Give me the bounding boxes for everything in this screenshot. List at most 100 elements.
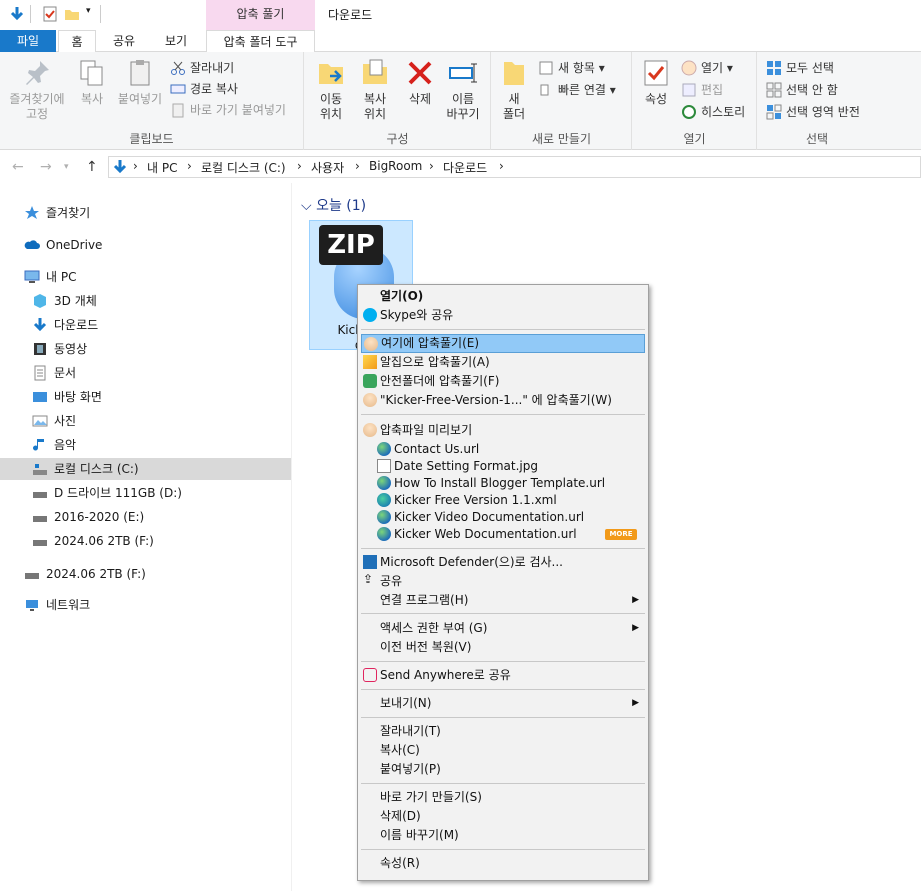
sidebar-item-network[interactable]: 네트워크 xyxy=(24,594,90,616)
select-group-label: 선택 xyxy=(805,132,829,146)
delete-button[interactable]: 삭제 xyxy=(403,58,437,107)
menu-item-rename[interactable]: 이름 바꾸기(M) xyxy=(361,826,645,845)
move-to-button[interactable]: 이동 위치 xyxy=(311,58,351,122)
paste-shortcut-button[interactable]: 바로 가기 붙여넣기 xyxy=(170,100,286,120)
sidebar-item-music[interactable]: 음악 xyxy=(32,434,76,456)
desktop-icon xyxy=(33,392,47,402)
breadcrumb-users[interactable]: 사용자 xyxy=(311,159,344,176)
tab-home[interactable]: 홈 xyxy=(58,30,96,53)
menu-item-send-anywhere[interactable]: Send Anywhere로 공유 xyxy=(361,666,645,685)
pin-to-quick-access-button[interactable]: 즐겨찾기에 고정 xyxy=(4,58,70,122)
edit-button[interactable]: 편집 xyxy=(681,80,723,100)
sidebar-item-this-pc[interactable]: 내 PC xyxy=(24,266,76,288)
menu-item-cut[interactable]: 잘라내기(T) xyxy=(361,722,645,741)
forward-arrow-icon[interactable]: → xyxy=(40,159,52,175)
open-button[interactable]: 열기 ▾ xyxy=(681,58,733,78)
download-arrow-icon[interactable] xyxy=(9,6,25,22)
menu-item-label: 알집으로 압축풀기(A) xyxy=(380,355,490,369)
paste-button[interactable]: 붙여넣기 xyxy=(114,58,166,107)
address-bar[interactable]: › 내 PC › 로컬 디스크 (C:) › 사용자 › BigRoom › 다… xyxy=(108,156,921,178)
new-folder-button[interactable]: 새 폴더 xyxy=(498,58,530,122)
sidebar-item-label: 내 PC xyxy=(46,270,77,284)
menu-item-copy[interactable]: 복사(C) xyxy=(361,741,645,760)
sidebar-item-drive-f-root[interactable]: 2024.06 2TB (F:) xyxy=(24,563,146,585)
ribbon-tabs: 파일 홈 공유 보기 압축 폴더 도구 xyxy=(0,30,921,53)
properties-button[interactable]: 속성 xyxy=(639,58,673,107)
menu-item-share[interactable]: ⇪ 공유 xyxy=(361,572,645,591)
sidebar-item-desktop[interactable]: 바탕 화면 xyxy=(32,386,102,408)
breadcrumb-separator[interactable]: › xyxy=(499,159,504,173)
breadcrumb-downloads[interactable]: 다운로드 xyxy=(443,159,487,176)
menu-item-delete[interactable]: 삭제(D) xyxy=(361,807,645,826)
copy-path-button[interactable]: 경로 복사 xyxy=(170,79,238,99)
copy-button[interactable]: 복사 xyxy=(74,58,110,107)
sidebar-item-label: 동영상 xyxy=(54,342,88,356)
back-arrow-icon[interactable]: ← xyxy=(12,159,24,175)
sidebar-item-quick-access[interactable]: 즐겨찾기 xyxy=(24,202,90,224)
breadcrumb-bigroom[interactable]: BigRoom xyxy=(369,159,422,173)
rename-icon xyxy=(448,58,478,88)
tab-compressed-folder-tools[interactable]: 압축 폴더 도구 xyxy=(206,30,315,52)
sidebar-item-drive-e[interactable]: 2016-2020 (E:) xyxy=(32,506,144,528)
rename-button[interactable]: 이름 바꾸기 xyxy=(441,58,485,122)
breadcrumb-separator[interactable]: › xyxy=(297,159,302,173)
new-folder-icon xyxy=(499,58,529,88)
context-menu: 열기(O) Skype와 공유 여기에 압축풀기(E) 알집으로 압축풀기(A)… xyxy=(357,284,649,881)
menu-item-send-to[interactable]: 보내기(N) ▶ xyxy=(361,694,645,713)
new-item-button[interactable]: 새 항목 ▾ xyxy=(538,58,605,78)
menu-item-extract-alzip[interactable]: 알집으로 압축풀기(A) xyxy=(361,353,645,372)
breadcrumb-separator[interactable]: › xyxy=(429,159,434,173)
copy-to-button[interactable]: 복사 위치 xyxy=(355,58,395,122)
menu-item-extract-safe-folder[interactable]: 안전폴더에 압축풀기(F) xyxy=(361,372,645,391)
invert-selection-icon xyxy=(766,104,782,120)
quick-access-dropdown-icon[interactable]: ▾ xyxy=(86,6,91,16)
sidebar-item-documents[interactable]: 문서 xyxy=(32,362,76,384)
cut-button[interactable]: 잘라내기 xyxy=(170,58,234,78)
menu-item-preview-archive[interactable]: 압축파일 미리보기 xyxy=(361,421,645,440)
archive-file-web-doc[interactable]: Kicker Web Documentation.url MORE xyxy=(361,525,645,544)
menu-item-open-with[interactable]: 연결 프로그램(H) ▶ xyxy=(361,591,645,610)
menu-item-restore-previous[interactable]: 이전 버전 복원(V) xyxy=(361,638,645,657)
select-all-label: 모두 선택 xyxy=(786,61,834,75)
history-button[interactable]: 히스토리 xyxy=(681,102,745,122)
menu-item-extract-here[interactable]: 여기에 압축풀기(E) xyxy=(361,334,645,353)
sidebar-item-downloads[interactable]: 다운로드 xyxy=(32,314,98,336)
menu-item-create-shortcut[interactable]: 바로 가기 만들기(S) xyxy=(361,788,645,807)
move-to-label: 이동 위치 xyxy=(319,92,343,121)
new-item-label: 새 항목 xyxy=(558,61,595,75)
menu-item-paste[interactable]: 붙여넣기(P) xyxy=(361,760,645,779)
sidebar-item-local-disk-c[interactable]: 로컬 디스크 (C:) xyxy=(0,458,291,480)
sidebar-item-drive-d[interactable]: D 드라이브 111GB (D:) xyxy=(32,482,182,504)
breadcrumb-local-disk[interactable]: 로컬 디스크 (C:) xyxy=(201,159,286,176)
breadcrumb-separator[interactable]: › xyxy=(133,159,138,173)
sidebar-item-videos[interactable]: 동영상 xyxy=(32,338,87,360)
sidebar-item-3d-objects[interactable]: 3D 개체 xyxy=(32,290,97,312)
select-all-button[interactable]: 모두 선택 xyxy=(766,58,834,78)
menu-item-properties[interactable]: 속성(R) xyxy=(361,854,645,873)
menu-item-grant-access[interactable]: 액세스 권한 부여 (G) ▶ xyxy=(361,619,645,638)
sidebar-item-drive-f[interactable]: 2024.06 2TB (F:) xyxy=(32,530,154,552)
recent-dropdown-icon[interactable]: ▾ xyxy=(64,162,69,172)
tab-file[interactable]: 파일 xyxy=(0,30,56,52)
tab-view[interactable]: 보기 xyxy=(156,30,196,52)
more-badge[interactable]: MORE xyxy=(605,529,637,540)
menu-separator xyxy=(361,849,645,850)
select-none-button[interactable]: 선택 안 함 xyxy=(766,80,838,100)
breadcrumb-this-pc[interactable]: 내 PC xyxy=(147,159,177,176)
menu-item-skype-share[interactable]: Skype와 공유 xyxy=(361,306,645,325)
menu-item-open[interactable]: 열기(O) xyxy=(361,287,645,306)
breadcrumb-separator[interactable]: › xyxy=(187,159,192,173)
sidebar-item-pictures[interactable]: 사진 xyxy=(32,410,76,432)
invert-selection-button[interactable]: 선택 영역 반전 xyxy=(766,102,860,122)
breadcrumb-separator[interactable]: › xyxy=(355,159,360,173)
properties-check-icon[interactable] xyxy=(42,6,58,22)
menu-item-label: Contact Us.url xyxy=(394,442,480,456)
menu-item-defender-scan[interactable]: Microsoft Defender(으)로 검사... xyxy=(361,553,645,572)
menu-item-extract-named-folder[interactable]: "Kicker-Free-Version-1..." 에 압축풀기(W) xyxy=(361,391,645,410)
group-header-today[interactable]: ⌵ 오늘 (1) xyxy=(301,195,366,215)
tab-share[interactable]: 공유 xyxy=(104,30,144,52)
sidebar-item-onedrive[interactable]: OneDrive xyxy=(24,234,102,256)
new-folder-icon[interactable] xyxy=(64,6,80,22)
easy-access-button[interactable]: 빠른 연결 ▾ xyxy=(538,80,616,100)
up-arrow-icon[interactable]: ↑ xyxy=(86,159,98,175)
